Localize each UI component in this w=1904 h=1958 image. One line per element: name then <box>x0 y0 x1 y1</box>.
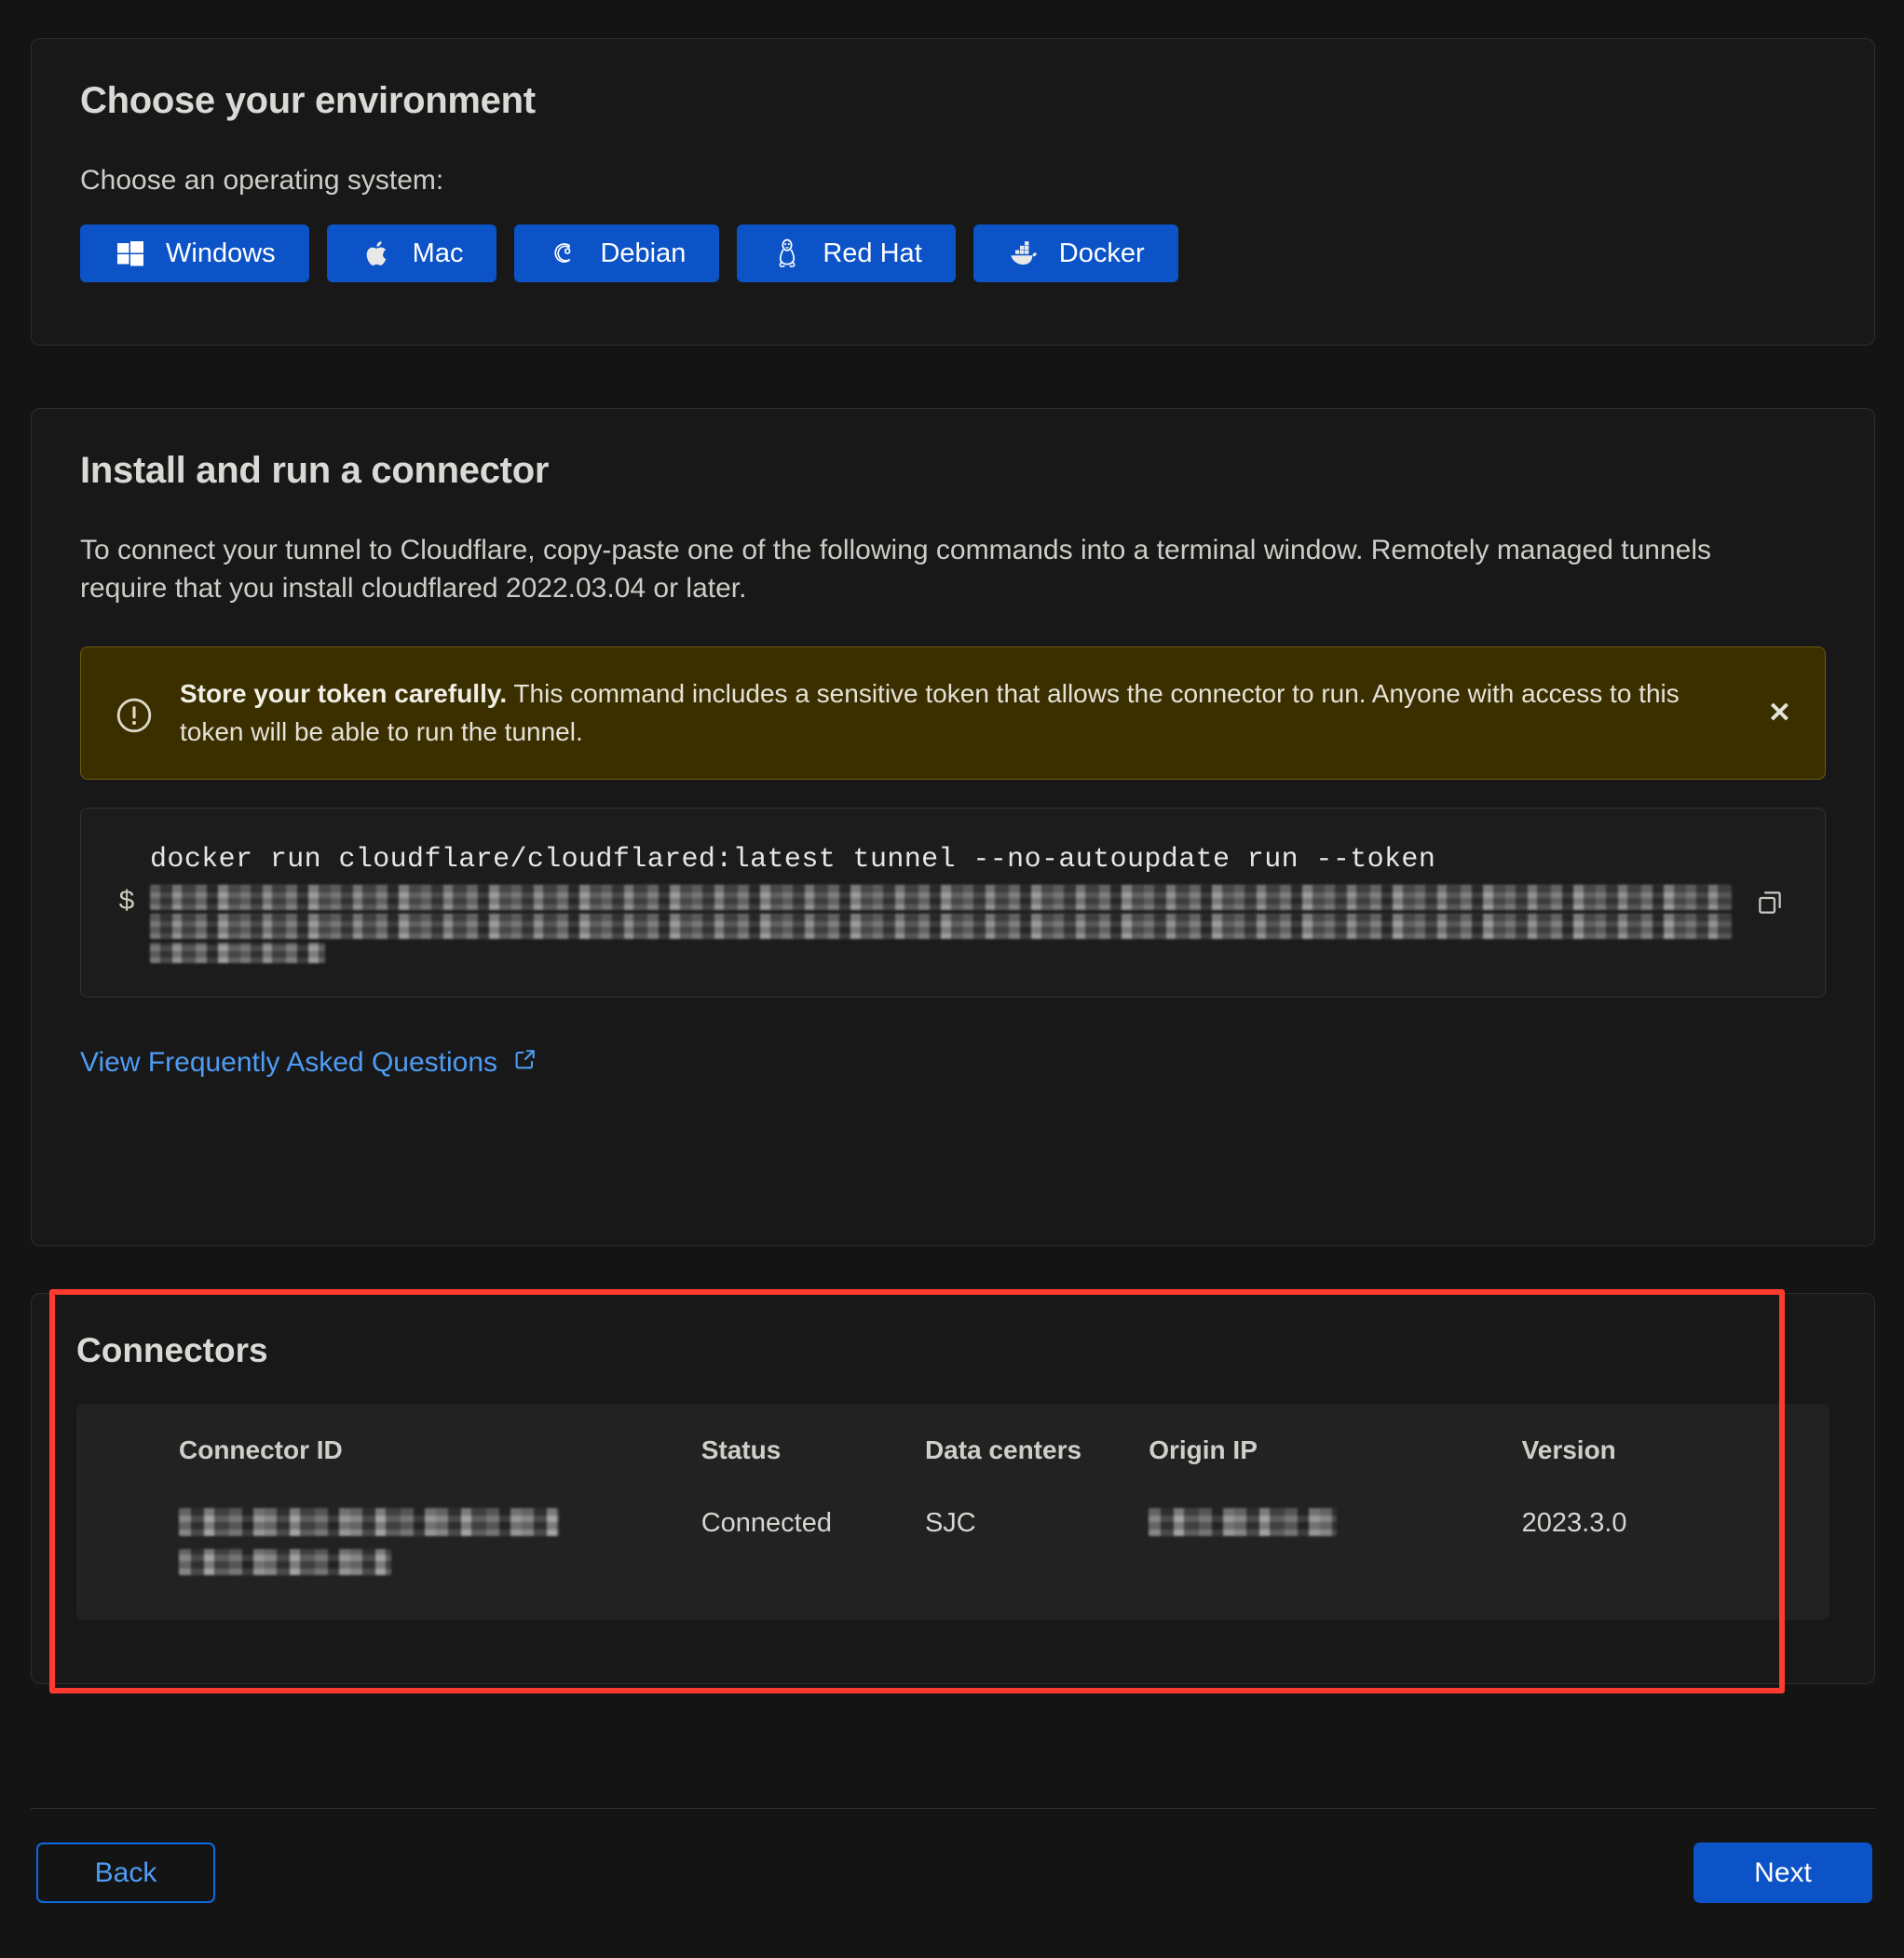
token-warning-bold: Store your token carefully. <box>180 679 508 708</box>
faq-link[interactable]: View Frequently Asked Questions <box>80 1046 538 1080</box>
install-connector-card: Install and run a connector To connect y… <box>31 408 1875 1246</box>
os-button-debian[interactable]: Debian <box>514 224 720 282</box>
redacted-token-line-1 <box>150 885 1732 911</box>
apple-icon <box>360 237 394 270</box>
copy-icon[interactable] <box>1747 879 1793 926</box>
table-header-row: Connector ID Status Data centers Origin … <box>76 1435 1829 1473</box>
environment-card: Choose your environment Choose an operat… <box>31 38 1875 346</box>
cell-status: Connected <box>700 1508 832 1538</box>
close-icon[interactable]: ✕ <box>1759 694 1801 733</box>
command-text: docker run cloudflare/cloudflared:latest… <box>150 844 1436 877</box>
cell-version: 2023.3.0 <box>1521 1508 1627 1538</box>
os-button-label: Windows <box>166 238 276 268</box>
redacted-token-line-2 <box>150 914 1732 940</box>
column-header-data-centers: Data centers <box>924 1435 1082 1464</box>
connectors-title: Connectors <box>76 1331 268 1369</box>
os-chooser-label: Choose an operating system: <box>80 165 444 196</box>
os-button-mac[interactable]: Mac <box>326 224 497 282</box>
os-button-label: Red Hat <box>823 238 922 268</box>
page-title: Choose your environment <box>80 80 536 121</box>
column-header-connector-id: Connector ID <box>179 1435 343 1464</box>
back-button[interactable]: Back <box>36 1842 215 1903</box>
column-header-origin-ip: Origin IP <box>1149 1435 1258 1464</box>
token-warning-banner: Store your token carefully. This command… <box>80 646 1826 781</box>
linux-penguin-icon <box>770 237 804 270</box>
column-header-status: Status <box>700 1435 782 1464</box>
external-link-icon <box>512 1046 538 1080</box>
connectors-table: Connector ID Status Data centers Origin … <box>76 1435 1829 1575</box>
windows-icon <box>114 237 147 270</box>
docker-icon <box>1007 237 1040 270</box>
shell-prompt: $ <box>118 887 136 919</box>
os-button-docker[interactable]: Docker <box>972 224 1178 282</box>
cell-origin-ip <box>1149 1473 1521 1575</box>
table-row: Connected SJC 2023.3.0 <box>76 1473 1829 1575</box>
os-button-label: Debian <box>600 238 687 268</box>
footer-divider <box>31 1808 1875 1809</box>
install-description: To connect your tunnel to Cloudflare, co… <box>80 535 1711 604</box>
alert-circle-icon <box>115 696 154 735</box>
faq-link-label: View Frequently Asked Questions <box>80 1047 498 1079</box>
redacted-connector-id-line-2 <box>179 1549 391 1575</box>
redacted-connector-id-line-1 <box>179 1508 559 1536</box>
cell-connector-id <box>76 1473 701 1575</box>
connectors-panel: Connector ID Status Data centers Origin … <box>76 1404 1829 1620</box>
next-button[interactable]: Next <box>1693 1842 1872 1903</box>
redacted-origin-ip <box>1149 1508 1338 1536</box>
connectors-card: Connectors Connector ID Status Data cent… <box>31 1293 1875 1684</box>
install-title: Install and run a connector <box>80 450 550 491</box>
os-button-group: Windows Mac Debian Red Hat Docker <box>80 224 1826 282</box>
os-button-label: Mac <box>412 238 464 268</box>
command-code-block: $ docker run cloudflare/cloudflared:late… <box>80 808 1826 999</box>
cell-data-centers: SJC <box>924 1508 976 1538</box>
command-text-wrapper: docker run cloudflare/cloudflared:latest… <box>150 842 1732 964</box>
os-button-windows[interactable]: Windows <box>80 224 309 282</box>
tunnel-setup-page: Choose your environment Choose an operat… <box>0 0 1904 1958</box>
token-warning-text: Store your token carefully. This command… <box>180 675 1791 751</box>
column-header-version: Version <box>1521 1435 1616 1464</box>
os-button-label: Docker <box>1058 238 1145 268</box>
debian-icon <box>548 237 581 270</box>
redacted-token-line-3 <box>150 943 326 964</box>
os-button-redhat[interactable]: Red Hat <box>737 224 956 282</box>
